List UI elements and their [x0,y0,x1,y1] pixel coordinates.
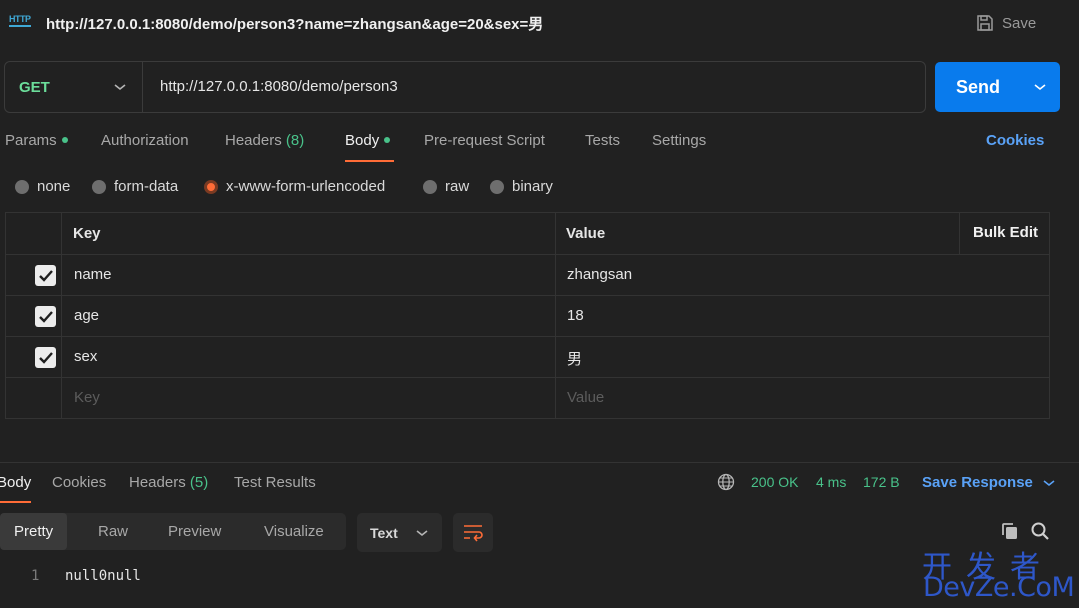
tab-test-results[interactable]: Test Results [234,474,316,491]
check-icon [39,270,53,282]
table-row: name zhangsan [6,255,1049,296]
table-row-empty: Key Value [6,378,1049,419]
active-tab-indicator [0,501,31,503]
radio-none[interactable]: none [15,178,70,195]
tab-params[interactable]: Params [5,132,68,149]
save-button[interactable]: Save [976,12,1036,34]
method-label: GET [19,78,50,96]
radio-raw[interactable]: raw [423,178,469,195]
radio-circle [490,179,504,194]
globe-icon[interactable] [717,473,735,491]
send-label: Send [956,76,1001,97]
radio-circle [92,179,106,194]
column-divider [959,213,960,255]
table-row: age 18 [6,296,1049,337]
value-column-header: Value [566,225,606,242]
chevron-down-icon [416,530,428,537]
tab-response-cookies[interactable]: Cookies [52,474,106,491]
copy-icon[interactable] [1000,521,1020,541]
radio-circle [423,179,437,194]
save-icon [977,15,993,31]
row-checkbox[interactable] [35,306,56,327]
view-raw[interactable]: Raw [98,513,128,550]
chevron-down-icon [1043,479,1055,486]
view-pretty[interactable]: Pretty [0,513,68,550]
params-table: Key Value Bulk Edit name zhangsan age 18… [5,212,1050,419]
row-value[interactable]: 18 [567,307,584,324]
tab-response-headers[interactable]: Headers (5) [129,474,208,491]
check-icon [39,352,53,364]
cookies-link[interactable]: Cookies [986,132,1044,149]
status-code[interactable]: 200 OK [751,474,798,490]
view-mode-toggle: Pretty Raw Preview Visualize [0,513,346,550]
value-input[interactable]: Value [567,389,604,406]
tab-settings[interactable]: Settings [652,132,706,149]
tab-prerequest-script[interactable]: Pre-request Script [424,132,545,149]
response-size[interactable]: 172 B [863,474,900,490]
format-label: Text [370,524,398,541]
watermark: 开发者 DevZe.CoM [922,542,1075,604]
radio-urlencoded[interactable]: x-www-form-urlencoded [204,178,385,195]
search-icon[interactable] [1030,521,1050,541]
watermark-bottom: DevZe.CoM [923,572,1075,603]
send-button[interactable]: Send [935,62,1060,112]
radio-binary[interactable]: binary [490,178,553,195]
url-input[interactable]: http://127.0.0.1:8080/demo/person3 [160,78,398,95]
column-divider [61,213,62,418]
headers-count: (8) [285,132,305,149]
format-select[interactable]: Text [357,513,442,552]
row-key[interactable]: age [74,307,99,324]
radio-circle [15,179,29,194]
row-key[interactable]: sex [74,348,97,365]
radio-circle-selected [204,179,218,194]
tab-authorization[interactable]: Authorization [101,132,189,149]
save-response-button[interactable]: Save Response [922,474,1055,491]
key-input[interactable]: Key [74,389,100,406]
http-icon: HTTP [9,12,33,32]
view-preview[interactable]: Preview [168,513,221,550]
tab-headers[interactable]: Headers (8) [225,132,304,149]
bulk-edit-button[interactable]: Bulk Edit [973,224,1038,241]
save-label: Save [1002,14,1037,32]
active-tab-indicator [345,160,394,162]
column-divider [555,213,556,418]
tab-response-body[interactable]: Body [0,474,31,491]
response-time[interactable]: 4 ms [816,474,846,490]
wrap-lines-icon [464,525,483,542]
chevron-down-icon[interactable] [1034,82,1046,92]
check-icon [39,311,53,323]
response-divider [0,462,1079,463]
row-value[interactable]: 男 [567,348,582,369]
headers-count: (5) [189,474,209,491]
row-key[interactable]: name [74,266,112,283]
tab-tests[interactable]: Tests [585,132,620,149]
status-dot [384,137,391,144]
status-dot [61,137,68,144]
table-row: sex 男 [6,337,1049,378]
request-title[interactable]: http://127.0.0.1:8080/demo/person3?name=… [46,13,543,34]
chevron-down-icon [114,84,126,91]
response-body-line[interactable]: null0null [65,568,141,584]
tab-body[interactable]: Body [345,132,391,149]
url-bar: GET http://127.0.0.1:8080/demo/person3 [4,61,926,113]
row-checkbox[interactable] [35,265,56,286]
row-value[interactable]: zhangsan [567,266,632,283]
line-number: 1 [31,568,40,584]
radio-form-data[interactable]: form-data [92,178,178,195]
key-column-header: Key [73,225,101,242]
view-visualize[interactable]: Visualize [264,513,324,550]
table-header: Key Value Bulk Edit [6,213,1049,255]
method-select[interactable]: GET [5,62,143,112]
wrap-lines-button[interactable] [453,513,493,552]
row-checkbox[interactable] [35,347,56,368]
